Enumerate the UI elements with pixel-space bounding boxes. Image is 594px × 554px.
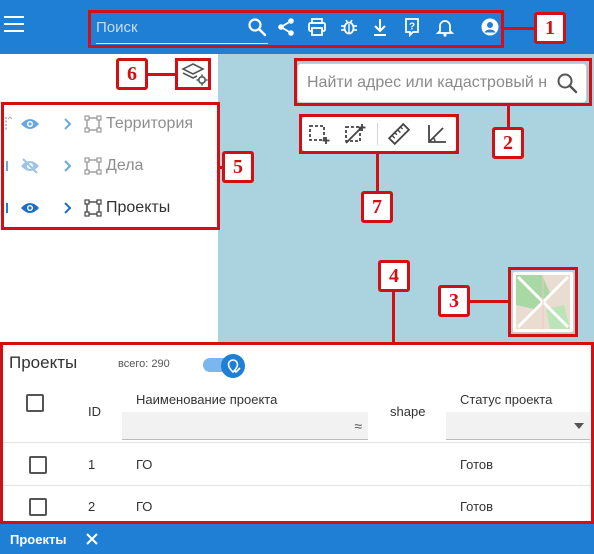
bottom-tab-bar: Проекты bbox=[0, 524, 594, 554]
annotation-frame-4 bbox=[0, 342, 594, 524]
annotation-frame-2 bbox=[294, 58, 592, 106]
annotation-badge-1: 1 bbox=[534, 12, 566, 44]
annotation-connector-3 bbox=[470, 300, 508, 303]
annotation-badge-2: 2 bbox=[492, 127, 524, 159]
annotation-badge-3: 3 bbox=[438, 285, 470, 317]
annotation-connector-4 bbox=[392, 292, 395, 342]
annotation-frame-7 bbox=[299, 114, 459, 154]
annotation-connector-7 bbox=[376, 154, 379, 192]
menu-icon[interactable] bbox=[4, 16, 24, 34]
annotation-badge-5: 5 bbox=[222, 151, 254, 183]
annotation-badge-4: 4 bbox=[378, 260, 410, 292]
annotation-connector-1 bbox=[504, 27, 534, 30]
close-icon[interactable] bbox=[84, 531, 100, 547]
annotation-badge-6: 6 bbox=[116, 58, 148, 90]
annotation-frame-6 bbox=[175, 58, 211, 90]
tab-projects[interactable]: Проекты bbox=[10, 532, 66, 547]
app-window: ? Найти адрес или кадастровый н bbox=[0, 0, 594, 554]
annotation-frame-1 bbox=[88, 10, 504, 48]
annotation-connector-6 bbox=[148, 73, 175, 76]
annotation-frame-5 bbox=[1, 102, 220, 230]
annotation-badge-7: 7 bbox=[361, 191, 393, 223]
annotation-connector-2 bbox=[507, 106, 510, 128]
annotation-frame-3 bbox=[508, 267, 578, 337]
